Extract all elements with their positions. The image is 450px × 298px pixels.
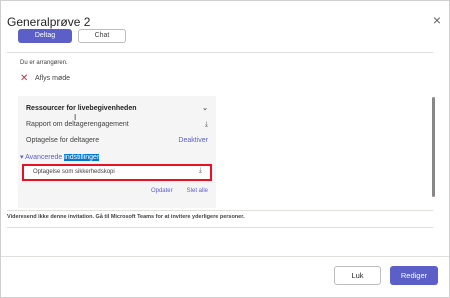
divider xyxy=(7,227,433,228)
delete-all-link[interactable]: Slet alle xyxy=(187,188,208,194)
panel-actions: Opdater Slet alle xyxy=(137,188,208,194)
backup-recording-label: Optagelse som sikkerhedskopi xyxy=(33,169,115,175)
engagement-report-row: Rapport om deltagerengagement ⤓ xyxy=(26,119,208,131)
dialog-title: Generalprøve 2 xyxy=(7,15,91,29)
caret-down-icon: ▾ xyxy=(20,154,24,161)
cancel-icon: ✕ xyxy=(20,73,29,84)
cancel-meeting-label: Aflys møde xyxy=(35,75,71,82)
join-button[interactable]: Deltag xyxy=(18,29,72,43)
live-event-resources-panel: Ressourcer for livebegivenheden ⌄ Rappor… xyxy=(18,96,216,208)
chat-button[interactable]: Chat xyxy=(78,29,126,43)
backup-recording-row: Optagelse som sikkerhedskopi ⤓ xyxy=(22,164,212,181)
divider xyxy=(7,210,433,211)
dialog: Generalprøve 2 × Deltag Chat Du er arran… xyxy=(0,0,450,298)
scrollbar[interactable] xyxy=(432,97,435,197)
edit-button[interactable]: Rediger xyxy=(390,266,438,285)
resources-header-label: Ressourcer for livebegivenheden xyxy=(26,105,137,112)
attendee-recording-row: Optagelse for deltagere Deaktiver xyxy=(26,135,208,147)
download-icon[interactable]: ⤓ xyxy=(199,167,202,175)
forward-warning: Videresend ikke denne invitation. Gå til… xyxy=(7,214,245,220)
close-icon[interactable]: × xyxy=(433,12,441,28)
text-cursor-icon: I xyxy=(74,113,77,122)
attendee-recording-label: Optagelse for deltagere xyxy=(26,137,100,144)
organizer-note: Du er arrangøren. xyxy=(20,60,68,66)
advanced-settings-toggle[interactable]: ▾ Avancerede indstillinger xyxy=(20,153,100,161)
chevron-down-icon[interactable]: ⌄ xyxy=(202,103,208,115)
resources-header[interactable]: Ressourcer for livebegivenheden ⌄ xyxy=(26,103,208,115)
divider xyxy=(7,52,433,53)
deactivate-link[interactable]: Deaktiver xyxy=(178,135,208,147)
close-button[interactable]: Luk xyxy=(334,266,381,285)
advanced-settings-prefix: Avancerede xyxy=(25,154,65,161)
update-link[interactable]: Opdater xyxy=(151,188,173,194)
engagement-report-label: Rapport om deltagerengagement xyxy=(26,121,129,128)
advanced-settings-selected: indstillinger xyxy=(64,154,100,161)
footer-divider xyxy=(1,256,449,257)
download-icon[interactable]: ⤓ xyxy=(205,119,208,131)
